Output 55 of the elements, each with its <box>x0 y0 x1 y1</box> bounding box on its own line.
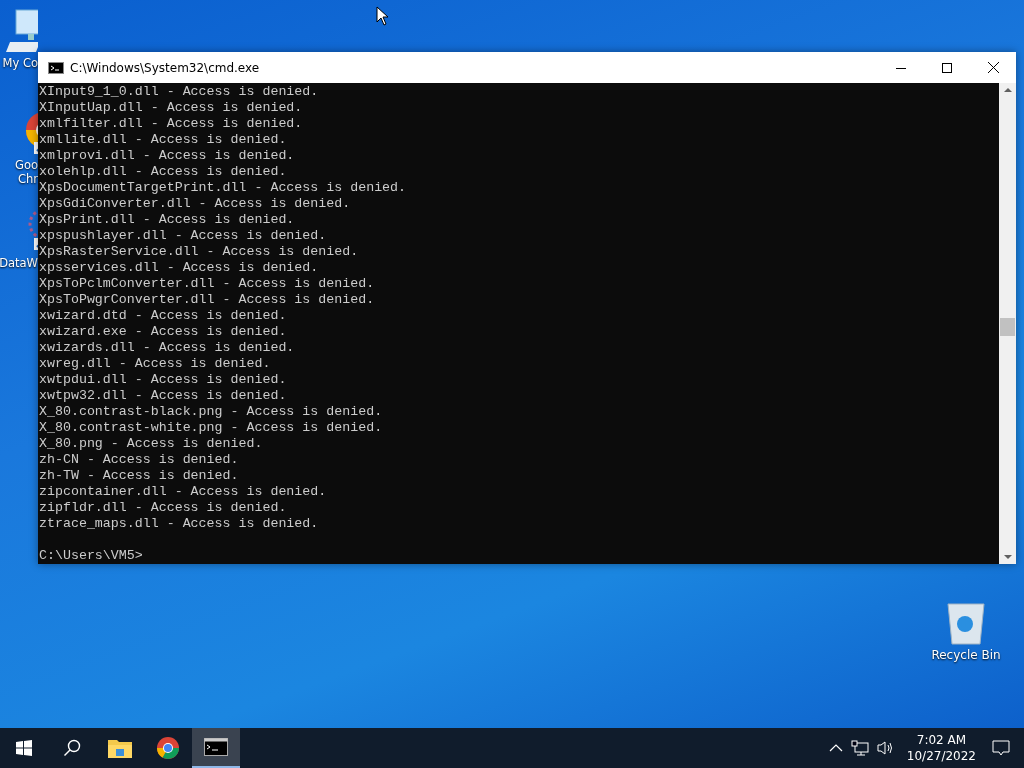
console-line: xwtpdui.dll - Access is denied. <box>39 372 287 388</box>
clock[interactable]: 7:02 AM 10/27/2022 <box>906 732 976 764</box>
command-prompt: C:\Users\VM5> <box>39 548 143 564</box>
terminal-icon <box>204 738 228 756</box>
console-line: xwizards.dll - Access is denied. <box>39 340 295 356</box>
console-line: X_80.contrast-black.png - Access is denied. <box>39 404 383 420</box>
desktop-icon-label: DataW <box>0 256 38 270</box>
console-line: XpsRasterService.dll - Access is denied. <box>39 244 359 260</box>
clock-time: 7:02 AM <box>916 732 967 748</box>
console-line: XpsDocumentTargetPrint.dll - Access is denied. <box>39 180 407 196</box>
console-line: xmlfilter.dll - Access is denied. <box>39 116 303 132</box>
console-line: zh-CN - Access is denied. <box>39 452 239 468</box>
network-icon[interactable] <box>850 740 869 756</box>
console-line: XInput9_1_0.dll - Access is denied. <box>39 84 319 100</box>
window-title: C:\Windows\System32\cmd.exe <box>70 60 260 75</box>
scroll-thumb[interactable] <box>1000 318 1015 336</box>
console-line: zh-TW - Access is denied. <box>39 468 239 484</box>
console-line: xolehlp.dll - Access is denied. <box>39 164 287 180</box>
console-line: X_80.png - Access is denied. <box>39 436 263 452</box>
search-icon <box>63 739 81 757</box>
maximize-icon <box>942 62 952 73</box>
console-line: zipfldr.dll - Access is denied. <box>39 500 287 516</box>
recycle-bin-icon[interactable] <box>946 600 986 646</box>
desktop-icon-label: My Co <box>2 56 38 70</box>
desktop-icon-label: Recycle Bin <box>931 648 1001 662</box>
computer-icon[interactable] <box>6 8 38 54</box>
close-icon <box>987 62 999 73</box>
console-line: xwizard.dtd - Access is denied. <box>39 308 287 324</box>
console-line: XInputUap.dll - Access is denied. <box>39 100 303 116</box>
windows-logo-icon <box>16 740 32 756</box>
console-line: xpsservices.dll - Access is denied. <box>39 260 319 276</box>
speaker-icon[interactable] <box>876 740 895 756</box>
folder-icon <box>108 738 132 758</box>
clock-date: 10/27/2022 <box>906 748 976 764</box>
console-line: xmllite.dll - Access is denied. <box>39 132 287 148</box>
console-line: XpsToPwgrConverter.dll - Access is denied. <box>39 292 375 308</box>
notification-icon[interactable] <box>992 739 1010 757</box>
console-line: xmlprovi.dll - Access is denied. <box>39 148 295 164</box>
console-line: xwizard.exe - Access is denied. <box>39 324 287 340</box>
console-line: xpspushlayer.dll - Access is denied. <box>39 228 327 244</box>
taskbar-app[interactable] <box>192 728 240 768</box>
desktop-icon-label: Goo Chr <box>15 158 38 186</box>
console-line: X_80.contrast-white.png - Access is denied. <box>39 420 383 436</box>
console-line: XpsPrint.dll - Access is denied. <box>39 212 295 228</box>
mouse-cursor-icon <box>376 6 389 26</box>
scrollbar[interactable] <box>999 83 1016 564</box>
console-line: XpsToPclmConverter.dll - Access is denied. <box>39 276 375 292</box>
console-line: xwreg.dll - Access is denied. <box>39 356 271 372</box>
console-line: ztrace_maps.dll - Access is denied. <box>39 516 319 532</box>
chevron-up-icon[interactable] <box>828 743 843 753</box>
browser-icon <box>156 736 180 760</box>
console-line: XpsGdiConverter.dll - Access is denied. <box>39 196 351 212</box>
console-line: xwtpw32.dll - Access is denied. <box>39 388 287 404</box>
console-line: zipcontainer.dll - Access is denied. <box>39 484 327 500</box>
terminal-icon <box>48 61 64 74</box>
